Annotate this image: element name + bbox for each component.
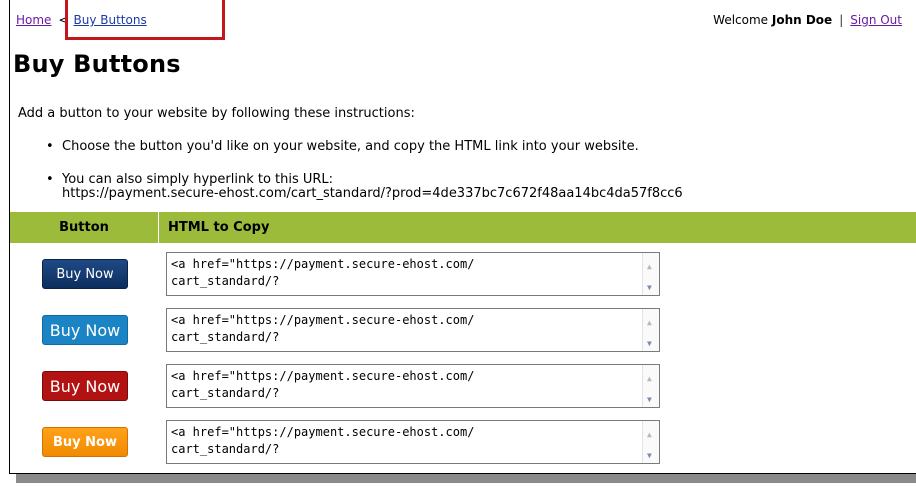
instruction-text: Choose the button you'd like on your web… [62, 139, 639, 154]
html-code-textarea[interactable]: <a href="https://payment.secure-ehost.co… [166, 364, 660, 408]
scroll-down-icon[interactable]: ▼ [647, 447, 652, 463]
scroll-up-icon[interactable]: ▲ [647, 370, 652, 387]
code-line: <a href="https://payment.secure-ehost.co… [171, 425, 475, 439]
textarea-scrollbar[interactable]: ▲ ▼ [642, 421, 659, 463]
frame-shadow [16, 474, 916, 483]
page-title: Buy Buttons [13, 50, 181, 78]
user-separator: | [839, 13, 844, 27]
code-line: <a href="https://payment.secure-ehost.co… [171, 369, 475, 383]
textarea-scrollbar[interactable]: ▲ ▼ [642, 365, 659, 407]
scroll-down-icon[interactable]: ▼ [647, 335, 652, 351]
code-line: cart_standard/? [171, 442, 280, 456]
scroll-up-icon[interactable]: ▲ [647, 426, 652, 443]
buy-now-red-button[interactable]: Buy Now [42, 371, 128, 401]
intro-text: Add a button to your website by followin… [18, 106, 415, 121]
hyperlink-url-text: https://payment.secure-ehost.com/cart_st… [62, 186, 683, 201]
user-name: John Doe [771, 13, 833, 27]
code-line: cart_standard/? [171, 386, 280, 400]
code-line: <a href="https://payment.secure-ehost.co… [171, 257, 475, 271]
instruction-text: You can also simply hyperlink to this UR… [62, 172, 334, 187]
sign-out-link[interactable]: Sign Out [850, 13, 902, 27]
column-header-html: HTML to Copy [168, 220, 270, 235]
table-header: Button HTML to Copy [10, 212, 916, 243]
textarea-scrollbar[interactable]: ▲ ▼ [642, 253, 659, 295]
table-row: Buy Now <a href="https://payment.secure-… [10, 308, 916, 364]
code-line: <a href="https://payment.secure-ehost.co… [171, 313, 475, 327]
code-line: cart_standard/? [171, 274, 280, 288]
html-code-textarea[interactable]: <a href="https://payment.secure-ehost.co… [166, 308, 660, 352]
table-row: Buy Now <a href="https://payment.secure-… [10, 420, 916, 476]
scroll-up-icon[interactable]: ▲ [647, 258, 652, 275]
breadcrumb-highlight-annotation [65, 0, 225, 40]
instruction-list: Choose the button you'd like on your web… [46, 140, 683, 220]
user-welcome: Welcome John Doe | Sign Out [713, 13, 902, 27]
html-code-textarea[interactable]: <a href="https://payment.secure-ehost.co… [166, 420, 660, 464]
buy-now-orange-button[interactable]: Buy Now [42, 427, 128, 457]
page-frame: Home < Buy Buttons Welcome John Doe | Sign O… [9, 0, 916, 474]
column-header-button: Button [10, 212, 159, 243]
instruction-item: Choose the button you'd like on your web… [46, 139, 683, 155]
buy-now-blue-button[interactable]: Buy Now [42, 315, 128, 345]
buy-now-navy-button[interactable]: Buy Now [42, 259, 128, 289]
code-line: cart_standard/? [171, 330, 280, 344]
table-row: Buy Now <a href="https://payment.secure-… [10, 252, 916, 308]
scroll-down-icon[interactable]: ▼ [647, 279, 652, 295]
table-row: Buy Now <a href="https://payment.secure-… [10, 364, 916, 420]
scroll-down-icon[interactable]: ▼ [647, 391, 652, 407]
breadcrumb-home-link[interactable]: Home [16, 13, 51, 27]
scroll-up-icon[interactable]: ▲ [647, 314, 652, 331]
instruction-item: You can also simply hyperlink to this UR… [46, 173, 683, 201]
welcome-label: Welcome [713, 13, 769, 27]
textarea-scrollbar[interactable]: ▲ ▼ [642, 309, 659, 351]
html-code-textarea[interactable]: <a href="https://payment.secure-ehost.co… [166, 252, 660, 296]
